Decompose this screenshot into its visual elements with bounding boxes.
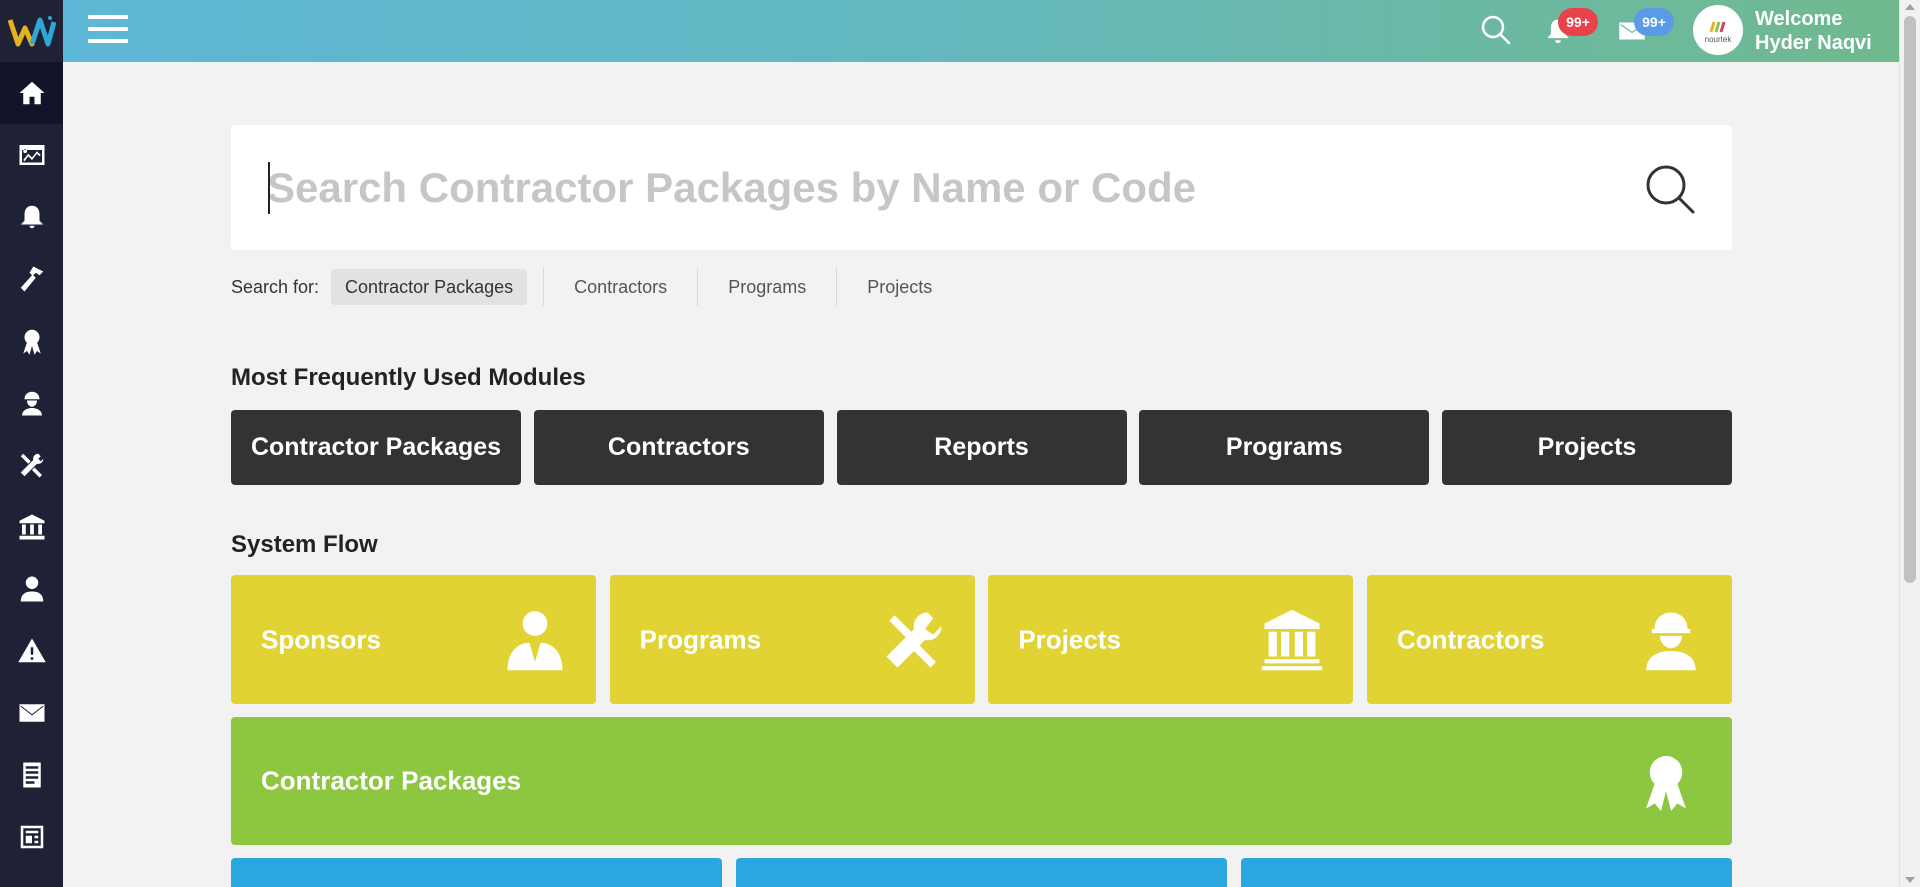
dashboard-icon	[19, 145, 44, 165]
sidebar-item-projects[interactable]	[0, 496, 63, 558]
module-programs-button[interactable]: Programs	[1139, 410, 1430, 485]
user-name: Hyder Naqvi	[1755, 32, 1872, 54]
module-contractor-packages-button[interactable]: Contractor Packages	[231, 410, 521, 485]
worker-icon	[21, 391, 42, 416]
modules-section-title: Most Frequently Used Modules	[231, 364, 586, 391]
flow-card-contractors[interactable]: Contractors	[1366, 575, 1732, 704]
search-input[interactable]	[267, 157, 1567, 219]
welcome-greeting: Welcome	[1755, 8, 1843, 30]
company-logo-icon	[1709, 21, 1726, 32]
system-flow-title: System Flow	[231, 531, 378, 558]
sponsor-person-icon	[507, 611, 563, 671]
sidebar-item-contractors[interactable]	[0, 372, 63, 434]
notification-bell-icon	[20, 205, 43, 229]
sidebar-item-notifications[interactable]	[0, 186, 63, 248]
search-box	[231, 125, 1732, 250]
notifications-count-badge[interactable]: 99+	[1558, 8, 1598, 36]
module-reports-button[interactable]: Reports	[836, 410, 1127, 485]
system-flow-next-row	[231, 858, 1732, 887]
flow-card-contractor-packages[interactable]: Contractor Packages	[231, 717, 1732, 845]
divider	[836, 268, 838, 306]
award-ribbon-icon	[1646, 756, 1686, 811]
sidebar-item-programs[interactable]	[0, 434, 63, 496]
worker-icon	[1646, 612, 1696, 671]
filter-projects[interactable]: Projects	[853, 269, 946, 305]
avatar[interactable]: nourtek	[1693, 5, 1743, 55]
filter-contractor-packages[interactable]: Contractor Packages	[331, 269, 528, 305]
award-ribbon-icon	[22, 329, 41, 355]
bank-building-icon	[1262, 609, 1323, 671]
flow-card-partial[interactable]	[1241, 858, 1732, 887]
flow-card-label: Contractors	[1396, 624, 1545, 654]
module-contractors-button[interactable]: Contractors	[533, 410, 824, 485]
filter-programs[interactable]: Programs	[714, 269, 820, 305]
search-icon[interactable]	[1479, 13, 1513, 47]
sidebar-item-packages[interactable]	[0, 310, 63, 372]
sidebar-item-dashboard[interactable]	[0, 124, 63, 186]
sidebar-item-messages[interactable]	[0, 682, 63, 744]
w-logo-icon	[7, 16, 56, 47]
flow-card-projects[interactable]: Projects	[988, 575, 1354, 704]
flow-card-label: Contractor Packages	[261, 765, 522, 796]
sidebar-item-reports[interactable]	[0, 806, 63, 868]
sidebar	[0, 0, 63, 887]
warning-icon	[17, 638, 46, 663]
mail-icon	[19, 704, 44, 722]
scroll-up-arrow-icon[interactable]	[1905, 4, 1915, 10]
text-cursor	[268, 162, 270, 214]
flow-card-label: Projects	[1018, 624, 1121, 654]
tools-icon	[886, 612, 942, 668]
divider	[697, 268, 699, 306]
avatar-text: nourtek	[1704, 34, 1732, 44]
scroll-down-arrow-icon[interactable]	[1905, 877, 1915, 883]
flow-card-partial[interactable]	[736, 858, 1227, 887]
flow-card-partial[interactable]	[231, 858, 722, 887]
flow-card-programs[interactable]: Programs	[609, 575, 975, 704]
app-logo[interactable]	[0, 0, 63, 62]
hamburger-menu-button[interactable]	[88, 15, 128, 47]
person-icon	[20, 576, 43, 602]
sidebar-item-documents[interactable]	[0, 744, 63, 806]
filter-contractors[interactable]: Contractors	[560, 269, 681, 305]
report-icon	[20, 825, 43, 849]
tools-icon	[20, 453, 43, 478]
scrollbar-thumb[interactable]	[1904, 16, 1916, 583]
top-bar: 99+ 99+ nourtek Welcome Hyder Naqvi	[63, 0, 1899, 62]
search-for-label: Search for:	[231, 276, 320, 297]
sidebar-item-home[interactable]	[0, 62, 63, 124]
sidebar-item-tools[interactable]	[0, 248, 63, 310]
bank-building-icon	[19, 514, 44, 540]
messages-count-badge[interactable]: 99+	[1634, 8, 1674, 36]
hammer-icon	[20, 266, 43, 292]
home-icon	[19, 81, 44, 105]
sidebar-item-warnings[interactable]	[0, 620, 63, 682]
divider	[543, 268, 545, 306]
sidebar-item-users[interactable]	[0, 558, 63, 620]
flow-card-label: Programs	[639, 624, 762, 654]
modules-row: Contractor Packages Contractors Reports …	[231, 410, 1732, 485]
flow-card-sponsors[interactable]: Sponsors	[231, 575, 596, 704]
search-submit-icon[interactable]	[1644, 163, 1696, 215]
flow-card-label: Sponsors	[261, 624, 381, 654]
search-filter-bar: Search for: Contractor Packages Contract…	[231, 268, 946, 306]
page-scrollbar[interactable]	[1899, 0, 1920, 887]
system-flow-row: Sponsors Programs Projects Contractors	[231, 575, 1732, 704]
document-icon	[22, 762, 41, 788]
module-projects-button[interactable]: Projects	[1442, 410, 1732, 485]
welcome-text[interactable]: Welcome Hyder Naqvi	[1755, 7, 1872, 55]
